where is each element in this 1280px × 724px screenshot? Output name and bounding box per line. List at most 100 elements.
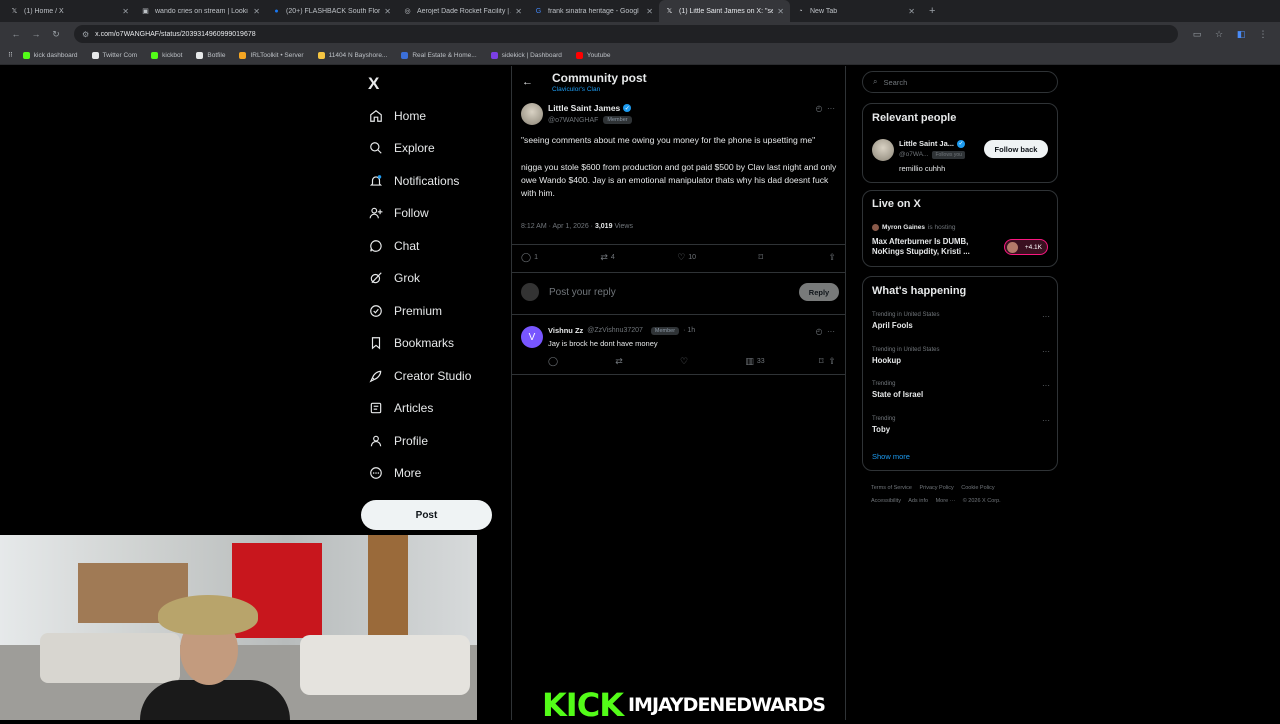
community-name[interactable]: Claviculor's Clan [552, 86, 600, 93]
site-info-icon[interactable]: ⚙ [82, 30, 89, 39]
reply-action[interactable]: ◯ 1 [521, 252, 538, 263]
star-icon[interactable]: ☆ [1208, 29, 1230, 40]
close-icon[interactable]: ✕ [908, 7, 915, 16]
share-action[interactable]: ⇪ [828, 252, 839, 263]
timeline-header: ← Community post Claviculor's Clan [512, 66, 845, 96]
facebook-icon: ● [274, 7, 279, 15]
bookmark[interactable]: sidekick | Dashboard [490, 51, 562, 59]
menu-icon[interactable]: ⋮ [1252, 29, 1274, 40]
more-icon[interactable]: ··· [1042, 347, 1050, 356]
browser-tab[interactable]: ● (20+) FLASHBACK South Flori ✕ [266, 0, 397, 22]
live-host: Myron Gaines is hosting [872, 224, 955, 231]
live-stream-title[interactable]: Max Afterburner Is DUMB, NoKings Stupdit… [872, 237, 992, 257]
nav-more[interactable]: More [368, 463, 421, 483]
bookmark[interactable]: Real Estate & Home... [401, 51, 477, 59]
apps-icon[interactable]: ⠿ [8, 51, 13, 59]
cast-icon[interactable]: ▭ [1186, 29, 1208, 40]
comment-author[interactable]: Vishnu Zz [548, 326, 583, 335]
like-action[interactable]: ♡ [680, 356, 691, 367]
more-icon[interactable]: ··· [1042, 381, 1050, 390]
more-icon[interactable]: ··· [1042, 312, 1050, 321]
back-arrow-icon[interactable]: ← [522, 76, 533, 88]
url-input[interactable]: ⚙ x.com/o7WANGHAF/status/203931496099901… [74, 25, 1178, 43]
nav-grok[interactable]: Grok [368, 268, 420, 288]
new-tab-icon[interactable]: + [929, 5, 935, 17]
back-icon[interactable]: ← [6, 29, 26, 39]
nav-chat[interactable]: Chat [368, 236, 419, 256]
nav-explore[interactable]: Explore [368, 138, 435, 158]
footer-link[interactable]: Privacy Policy [920, 485, 954, 491]
post-author[interactable]: Little Saint James ✓ [548, 103, 632, 113]
trend-item[interactable]: Trending State of Israel ··· [872, 381, 1050, 399]
more-icon[interactable]: ··· [827, 327, 835, 336]
grok-icon[interactable]: ◴ [816, 104, 823, 113]
browser-tab[interactable]: ▣ wando cries on stream | Looki ✕ [135, 0, 266, 22]
close-icon[interactable]: ✕ [122, 7, 129, 16]
follow-back-button[interactable]: Follow back [984, 140, 1048, 158]
reply-button[interactable]: Reply [799, 283, 839, 301]
grok-icon[interactable]: ◴ [816, 327, 823, 336]
avatar[interactable]: V [521, 326, 543, 348]
bookmark[interactable]: 11404 N Bayshore... [317, 51, 387, 59]
bookmark[interactable]: kick dashboard [22, 51, 78, 59]
reply-action[interactable]: ◯ [548, 356, 561, 367]
live-listeners-badge[interactable]: +4.1K [1004, 239, 1048, 255]
nav-articles[interactable]: Articles [368, 398, 433, 418]
bookmark[interactable]: kickbot [151, 51, 182, 59]
footer-link[interactable]: More ··· [936, 498, 956, 504]
x-logo-icon[interactable]: X [368, 74, 379, 94]
nav-creator-studio[interactable]: Creator Studio [368, 366, 471, 386]
reload-icon[interactable]: ↻ [46, 29, 66, 40]
more-icon[interactable]: ··· [1042, 416, 1050, 425]
relevant-name[interactable]: Little Saint Ja... ✓ [899, 139, 966, 148]
browser-tab[interactable]: 𝕏 (1) Home / X ✕ [4, 0, 135, 22]
close-icon[interactable]: ✕ [777, 7, 784, 16]
bookmark[interactable]: Twitter Com [91, 51, 137, 59]
kick-logo: KICK [542, 686, 624, 724]
like-action[interactable]: ♡ 10 [677, 252, 696, 263]
footer-link[interactable]: Terms of Service [871, 485, 912, 491]
forward-icon[interactable]: → [26, 29, 46, 39]
browser-tab[interactable]: ◔ New Tab ✕ [790, 0, 921, 22]
browser-tab-active[interactable]: 𝕏 (1) Little Saint James on X: "se ✕ [659, 0, 790, 22]
close-icon[interactable]: ✕ [384, 7, 391, 16]
bookmark-action[interactable]: ⌑ [758, 252, 766, 263]
bookmark[interactable]: IRLToolkit • Server [239, 51, 304, 59]
bookmark-action[interactable]: ⌑ ⇪ [819, 356, 839, 367]
footer-link[interactable]: Accessibility [871, 498, 901, 504]
views-action[interactable]: ▥ 33 [745, 356, 764, 367]
browser-tab[interactable]: ◎ Aerojet Dade Rocket Facility | A ✕ [397, 0, 528, 22]
close-icon[interactable]: ✕ [646, 7, 653, 16]
nav-follow[interactable]: Follow [368, 203, 429, 223]
heart-icon: ♡ [680, 356, 689, 366]
footer-link[interactable]: Cookie Policy [961, 485, 994, 491]
divider [512, 314, 845, 315]
nav-profile[interactable]: Profile [368, 431, 428, 451]
show-more-link[interactable]: Show more [872, 452, 910, 461]
bookmark-icon [151, 51, 159, 59]
bookmark[interactable]: Botfile [196, 51, 225, 59]
more-icon[interactable]: ··· [827, 104, 835, 113]
browser-tab[interactable]: Gfrank sinatra heritage - Googl ✕ [528, 0, 659, 22]
nav-premium[interactable]: Premium [368, 301, 442, 321]
avatar[interactable] [872, 139, 894, 161]
close-icon[interactable]: ✕ [515, 7, 522, 16]
nav-notifications[interactable]: Notifications [368, 171, 459, 191]
bookmark[interactable]: Youtube [575, 51, 611, 59]
avatar[interactable] [521, 103, 543, 125]
search-input[interactable]: ⌕ Search [862, 71, 1058, 93]
trend-item[interactable]: Trending in United States Hookup ··· [872, 347, 1050, 365]
extension-icon[interactable]: ◧ [1230, 29, 1252, 40]
reply-input[interactable]: Post your reply [549, 287, 799, 298]
repost-action[interactable]: ⇄ 4 [600, 252, 614, 263]
repost-action[interactable]: ⇄ [615, 356, 626, 367]
nav-home[interactable]: Home [368, 106, 426, 126]
close-icon[interactable]: ✕ [253, 7, 260, 16]
trend-item[interactable]: Trending in United States April Fools ··· [872, 312, 1050, 330]
post-button[interactable]: Post [361, 500, 492, 530]
share-icon: ⇪ [828, 252, 836, 262]
timeline: ← Community post Claviculor's Clan Littl… [511, 66, 846, 720]
trend-item[interactable]: Trending Toby ··· [872, 416, 1050, 434]
footer-link[interactable]: Ads info [908, 498, 928, 504]
nav-bookmarks[interactable]: Bookmarks [368, 333, 454, 353]
